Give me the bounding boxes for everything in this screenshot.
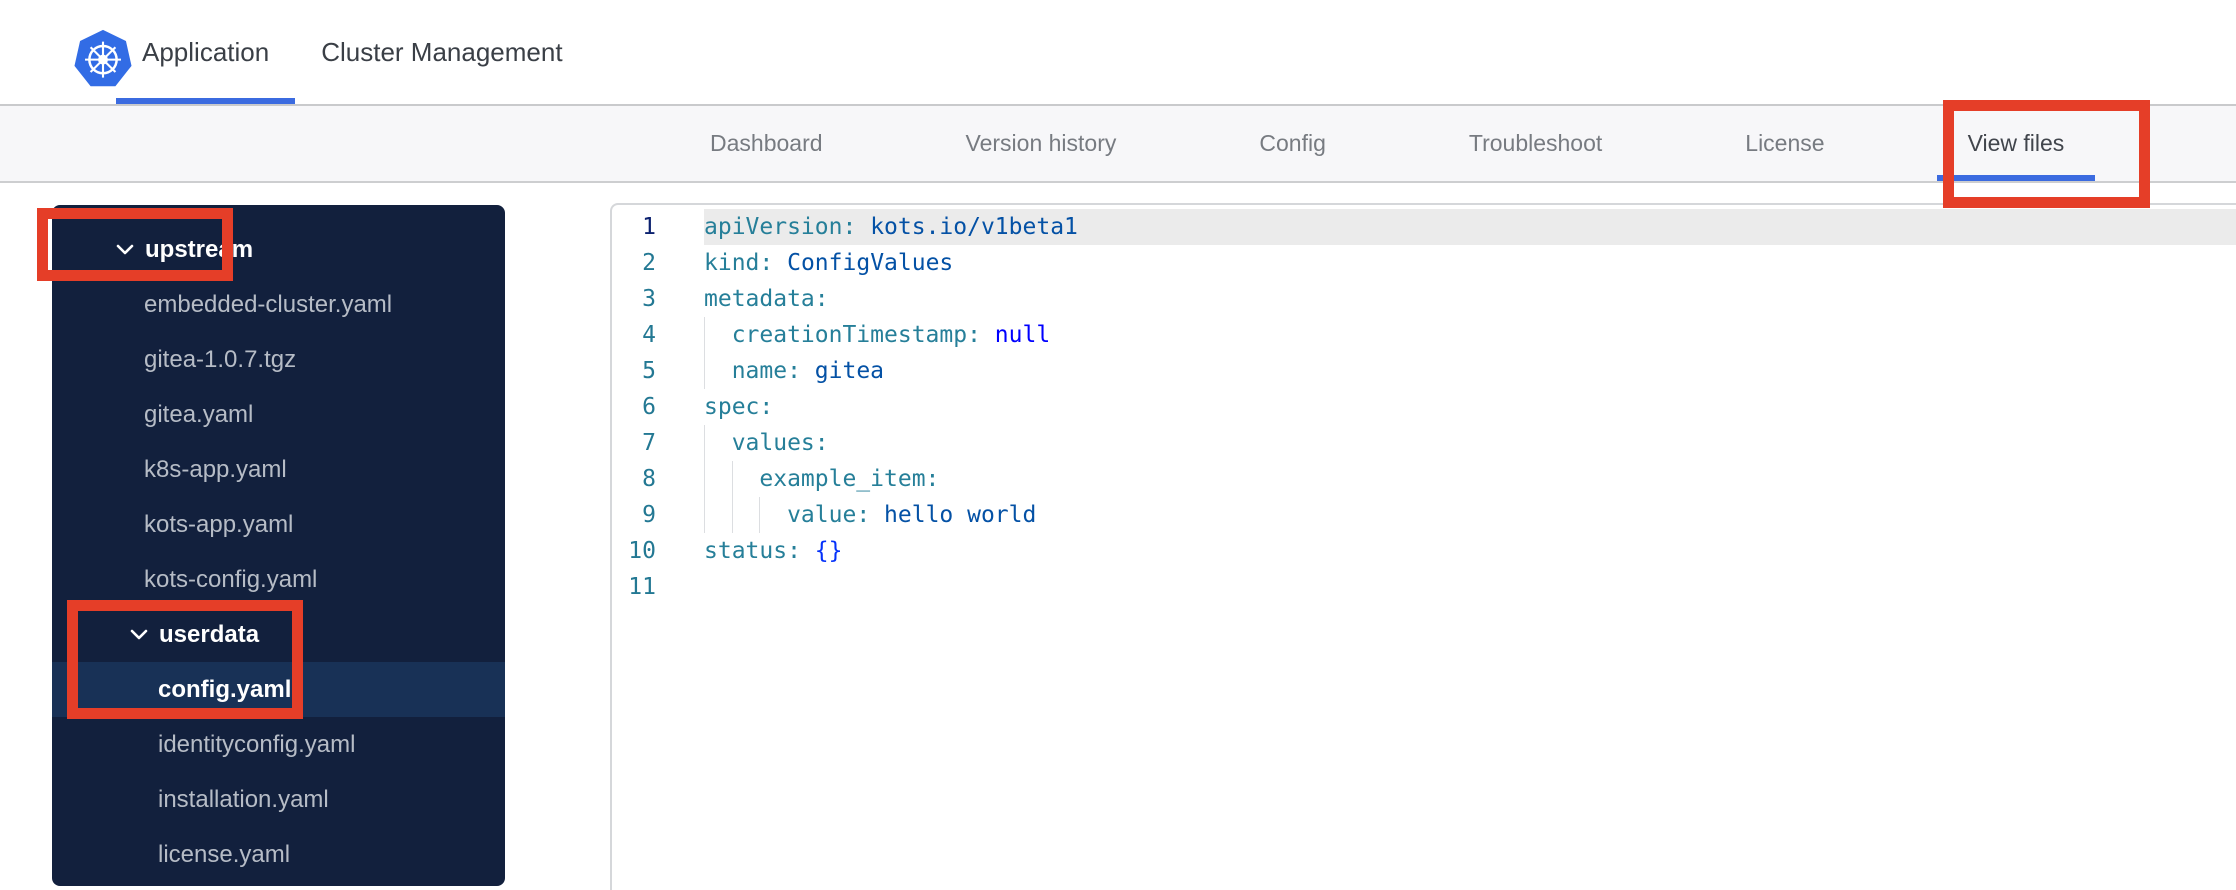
tree-item-kots-config-yaml[interactable]: kots-config.yaml <box>52 552 505 607</box>
line-content: metadata: <box>704 286 829 312</box>
chevron-down-icon <box>130 629 148 640</box>
line-content: value: hello world <box>704 497 2236 533</box>
tree-item-label: kots-config.yaml <box>144 565 318 593</box>
nav-item-troubleshoot-label: Troubleshoot <box>1468 130 1603 156</box>
nav-item-license[interactable]: License <box>1714 106 1855 181</box>
tree-item-label: identityconfig.yaml <box>158 730 356 758</box>
nav-item-version-history[interactable]: Version history <box>935 106 1148 181</box>
tab-cluster-management[interactable]: Cluster Management <box>295 0 588 104</box>
tree-item-label: kots-app.yaml <box>144 510 294 538</box>
code-line-6: 6 spec: <box>612 389 2236 425</box>
nav-item-dashboard[interactable]: Dashboard <box>679 106 854 181</box>
line-content: creationTimestamp: null <box>704 317 2236 353</box>
indent-guide <box>704 353 705 389</box>
tree-item-identityconfig-yaml[interactable]: identityconfig.yaml <box>52 717 505 772</box>
indent-guide <box>731 461 733 497</box>
top-tabs: Application Cluster Management <box>116 0 589 104</box>
kots-admin-console: Application Cluster Management Dashboard… <box>0 0 2236 890</box>
tree-item-label: k8s-app.yaml <box>144 455 287 483</box>
line-content: name: gitea <box>704 353 2236 389</box>
line-number: 1 <box>642 214 656 240</box>
code-line-9: 9 value: hello world <box>612 497 2236 533</box>
line-content: apiVersion: kots.io/v1beta1 <box>704 209 2236 245</box>
file-tree-sidebar: upstream embedded-cluster.yaml gitea-1.0.7… <box>52 205 505 886</box>
tree-item-label: license.yaml <box>158 840 291 868</box>
tab-application-label: Application <box>142 36 270 67</box>
indent-guide <box>704 425 705 461</box>
tree-item-gitea-1-0-7-tgz[interactable]: gitea-1.0.7.tgz <box>52 332 505 387</box>
code-lines: 1 apiVersion: kots.io/v1beta1 2 kind: Confi… <box>612 209 2236 605</box>
line-number: 10 <box>628 538 656 564</box>
tree-item-userdata[interactable]: userdata <box>52 607 505 662</box>
line-content: kind: ConfigValues <box>704 250 954 276</box>
tab-application[interactable]: Application <box>116 0 296 104</box>
nav-item-config-label: Config <box>1259 130 1326 156</box>
tree-item-config-yaml[interactable]: config.yaml <box>52 662 505 717</box>
nav-item-view-files[interactable]: View files <box>1936 106 2096 181</box>
line-content <box>704 569 2236 605</box>
tree-item-label: config.yaml <box>158 675 292 703</box>
indent-guide <box>704 497 705 533</box>
nav-item-version-history-label: Version history <box>965 130 1117 156</box>
nav-item-license-label: License <box>1745 130 1825 156</box>
indent-guide <box>759 497 761 533</box>
line-number: 9 <box>642 502 656 528</box>
line-number: 4 <box>642 322 656 348</box>
nav-item-troubleshoot[interactable]: Troubleshoot <box>1438 106 1633 181</box>
indent-guide <box>704 317 705 353</box>
indent-guide <box>731 497 733 533</box>
line-number: 8 <box>642 466 656 492</box>
code-line-4: 4 creationTimestamp: null <box>612 317 2236 353</box>
indent-guide <box>704 461 705 497</box>
tree-item-label: installation.yaml <box>158 785 329 813</box>
tree-item-k8s-app-yaml[interactable]: k8s-app.yaml <box>52 442 505 497</box>
chevron-down-icon <box>116 244 134 255</box>
line-number: 2 <box>642 250 656 276</box>
nav-item-view-files-label: View files <box>1967 130 2065 156</box>
code-viewer[interactable]: 1 apiVersion: kots.io/v1beta1 2 kind: Confi… <box>610 203 2236 890</box>
tree-item-installation-yaml[interactable]: installation.yaml <box>52 772 505 827</box>
tree-item-label: embedded-cluster.yaml <box>144 290 393 318</box>
code-line-1: 1 apiVersion: kots.io/v1beta1 <box>612 209 2236 245</box>
line-content: values: <box>704 425 2236 461</box>
line-number: 5 <box>642 358 656 384</box>
code-line-3: 3 metadata: <box>612 281 2236 317</box>
code-line-2: 2 kind: ConfigValues <box>612 245 2236 281</box>
tab-cluster-management-label: Cluster Management <box>321 36 563 67</box>
line-number: 11 <box>628 574 656 600</box>
nav-item-config[interactable]: Config <box>1228 106 1356 181</box>
line-number: 7 <box>642 430 656 456</box>
tree-item-license-yaml[interactable]: license.yaml <box>52 827 505 882</box>
tree-item-label: gitea-1.0.7.tgz <box>144 345 297 373</box>
app-subnav: Dashboard Version history Config Trouble… <box>0 106 2236 183</box>
tree-item-gitea-yaml[interactable]: gitea.yaml <box>52 387 505 442</box>
line-number: 6 <box>642 394 656 420</box>
tree-item-embedded-cluster-yaml[interactable]: embedded-cluster.yaml <box>52 277 505 332</box>
line-content: example_item: <box>704 461 2236 497</box>
nav-item-dashboard-label: Dashboard <box>710 130 823 156</box>
tree-item-upstream[interactable]: upstream <box>52 222 505 277</box>
tree-item-label: userdata <box>159 620 260 648</box>
line-content: spec: <box>704 394 774 420</box>
code-line-11: 11 <box>612 569 2236 605</box>
line-content: status: {} <box>704 538 843 564</box>
tree-item-kots-app-yaml[interactable]: kots-app.yaml <box>52 497 505 552</box>
code-line-5: 5 name: gitea <box>612 353 2236 389</box>
line-number: 3 <box>642 286 656 312</box>
tree-item-label: gitea.yaml <box>144 400 254 428</box>
file-tree: upstream embedded-cluster.yaml gitea-1.0.7… <box>52 222 505 882</box>
tree-item-label: upstream <box>145 235 254 263</box>
code-line-8: 8 example_item: <box>612 461 2236 497</box>
code-line-7: 7 values: <box>612 425 2236 461</box>
top-bar: Application Cluster Management <box>0 0 2236 106</box>
code-line-10: 10 status: {} <box>612 533 2236 569</box>
